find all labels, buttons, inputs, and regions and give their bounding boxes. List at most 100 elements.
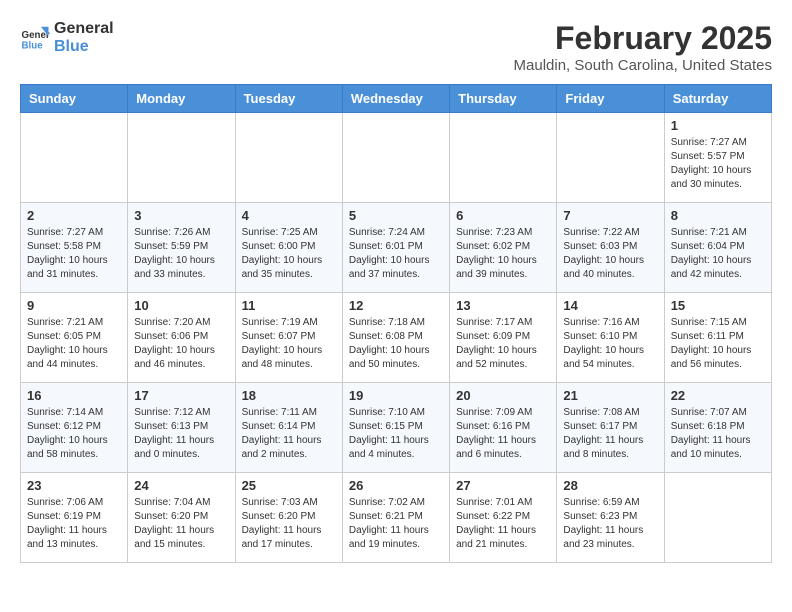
day-number: 17 — [134, 388, 228, 403]
svg-text:Blue: Blue — [22, 41, 44, 52]
day-info: Sunrise: 7:14 AM Sunset: 6:12 PM Dayligh… — [27, 406, 121, 462]
day-number: 23 — [27, 478, 121, 493]
calendar-header-row: SundayMondayTuesdayWednesdayThursdayFrid… — [21, 85, 772, 113]
day-info: Sunrise: 7:27 AM Sunset: 5:57 PM Dayligh… — [671, 136, 765, 192]
day-number: 15 — [671, 298, 765, 313]
day-info: Sunrise: 7:01 AM Sunset: 6:22 PM Dayligh… — [456, 496, 550, 552]
calendar-cell: 13 Sunrise: 7:17 AM Sunset: 6:09 PM Dayli… — [450, 293, 557, 383]
day-number: 9 — [27, 298, 121, 313]
logo-text-general: General — [54, 20, 114, 38]
day-number: 3 — [134, 208, 228, 223]
calendar-cell — [450, 113, 557, 203]
calendar-cell: 28 Sunrise: 6:59 AM Sunset: 6:23 PM Dayli… — [557, 473, 664, 563]
calendar-week-4: 16 Sunrise: 7:14 AM Sunset: 6:12 PM Dayli… — [21, 383, 772, 473]
day-number: 19 — [349, 388, 443, 403]
day-number: 2 — [27, 208, 121, 223]
calendar-cell: 27 Sunrise: 7:01 AM Sunset: 6:22 PM Dayli… — [450, 473, 557, 563]
day-number: 12 — [349, 298, 443, 313]
weekday-header-sunday: Sunday — [21, 85, 128, 113]
day-number: 27 — [456, 478, 550, 493]
day-number: 20 — [456, 388, 550, 403]
day-number: 16 — [27, 388, 121, 403]
weekday-header-tuesday: Tuesday — [235, 85, 342, 113]
day-info: Sunrise: 7:04 AM Sunset: 6:20 PM Dayligh… — [134, 496, 228, 552]
calendar-week-3: 9 Sunrise: 7:21 AM Sunset: 6:05 PM Daylig… — [21, 293, 772, 383]
calendar-cell: 20 Sunrise: 7:09 AM Sunset: 6:16 PM Dayli… — [450, 383, 557, 473]
location-text: Mauldin, South Carolina, United States — [514, 57, 772, 74]
day-info: Sunrise: 7:02 AM Sunset: 6:21 PM Dayligh… — [349, 496, 443, 552]
page-header: General Blue General Blue February 2025 … — [20, 20, 772, 74]
day-number: 18 — [242, 388, 336, 403]
calendar-cell: 1 Sunrise: 7:27 AM Sunset: 5:57 PM Daylig… — [664, 113, 771, 203]
day-info: Sunrise: 7:06 AM Sunset: 6:19 PM Dayligh… — [27, 496, 121, 552]
calendar-cell: 24 Sunrise: 7:04 AM Sunset: 6:20 PM Dayli… — [128, 473, 235, 563]
title-block: February 2025 Mauldin, South Carolina, U… — [514, 20, 772, 74]
calendar-cell — [664, 473, 771, 563]
day-number: 21 — [563, 388, 657, 403]
day-info: Sunrise: 7:24 AM Sunset: 6:01 PM Dayligh… — [349, 226, 443, 282]
weekday-header-wednesday: Wednesday — [342, 85, 449, 113]
calendar-cell: 5Sunrise: 7:24 AM Sunset: 6:01 PM Daylig… — [342, 203, 449, 293]
calendar-cell: 15 Sunrise: 7:15 AM Sunset: 6:11 PM Dayli… — [664, 293, 771, 383]
day-number: 25 — [242, 478, 336, 493]
day-number: 24 — [134, 478, 228, 493]
calendar-cell: 22Sunrise: 7:07 AM Sunset: 6:18 PM Dayli… — [664, 383, 771, 473]
day-info: Sunrise: 7:27 AM Sunset: 5:58 PM Dayligh… — [27, 226, 121, 282]
day-number: 10 — [134, 298, 228, 313]
calendar-week-2: 2 Sunrise: 7:27 AM Sunset: 5:58 PM Daylig… — [21, 203, 772, 293]
day-number: 26 — [349, 478, 443, 493]
logo-icon: General Blue — [20, 23, 50, 53]
calendar-cell — [21, 113, 128, 203]
calendar-week-1: 1 Sunrise: 7:27 AM Sunset: 5:57 PM Daylig… — [21, 113, 772, 203]
weekday-header-monday: Monday — [128, 85, 235, 113]
day-info: Sunrise: 7:16 AM Sunset: 6:10 PM Dayligh… — [563, 316, 657, 372]
calendar-cell: 12Sunrise: 7:18 AM Sunset: 6:08 PM Dayli… — [342, 293, 449, 383]
day-number: 6 — [456, 208, 550, 223]
day-info: Sunrise: 7:11 AM Sunset: 6:14 PM Dayligh… — [242, 406, 336, 462]
day-info: Sunrise: 7:23 AM Sunset: 6:02 PM Dayligh… — [456, 226, 550, 282]
day-number: 11 — [242, 298, 336, 313]
calendar-week-5: 23 Sunrise: 7:06 AM Sunset: 6:19 PM Dayli… — [21, 473, 772, 563]
calendar-cell — [342, 113, 449, 203]
calendar-cell — [235, 113, 342, 203]
calendar-cell: 3Sunrise: 7:26 AM Sunset: 5:59 PM Daylig… — [128, 203, 235, 293]
calendar-cell: 16 Sunrise: 7:14 AM Sunset: 6:12 PM Dayli… — [21, 383, 128, 473]
day-info: Sunrise: 7:22 AM Sunset: 6:03 PM Dayligh… — [563, 226, 657, 282]
calendar-cell: 26 Sunrise: 7:02 AM Sunset: 6:21 PM Dayli… — [342, 473, 449, 563]
day-info: Sunrise: 7:03 AM Sunset: 6:20 PM Dayligh… — [242, 496, 336, 552]
day-info: Sunrise: 7:20 AM Sunset: 6:06 PM Dayligh… — [134, 316, 228, 372]
calendar-cell: 10 Sunrise: 7:20 AM Sunset: 6:06 PM Dayli… — [128, 293, 235, 383]
month-title: February 2025 — [514, 20, 772, 57]
weekday-header-saturday: Saturday — [664, 85, 771, 113]
calendar-table: SundayMondayTuesdayWednesdayThursdayFrid… — [20, 84, 772, 563]
calendar-cell: 9 Sunrise: 7:21 AM Sunset: 6:05 PM Daylig… — [21, 293, 128, 383]
day-info: Sunrise: 7:25 AM Sunset: 6:00 PM Dayligh… — [242, 226, 336, 282]
logo: General Blue General Blue — [20, 20, 114, 56]
calendar-cell: 17Sunrise: 7:12 AM Sunset: 6:13 PM Dayli… — [128, 383, 235, 473]
day-number: 7 — [563, 208, 657, 223]
calendar-cell: 18 Sunrise: 7:11 AM Sunset: 6:14 PM Dayli… — [235, 383, 342, 473]
day-number: 13 — [456, 298, 550, 313]
weekday-header-thursday: Thursday — [450, 85, 557, 113]
weekday-header-friday: Friday — [557, 85, 664, 113]
day-info: Sunrise: 7:10 AM Sunset: 6:15 PM Dayligh… — [349, 406, 443, 462]
day-number: 14 — [563, 298, 657, 313]
day-info: Sunrise: 7:09 AM Sunset: 6:16 PM Dayligh… — [456, 406, 550, 462]
day-info: Sunrise: 7:21 AM Sunset: 6:05 PM Dayligh… — [27, 316, 121, 372]
logo-text-blue: Blue — [54, 38, 114, 56]
day-number: 1 — [671, 118, 765, 133]
day-info: Sunrise: 7:17 AM Sunset: 6:09 PM Dayligh… — [456, 316, 550, 372]
calendar-cell: 19 Sunrise: 7:10 AM Sunset: 6:15 PM Dayli… — [342, 383, 449, 473]
day-number: 28 — [563, 478, 657, 493]
day-number: 8 — [671, 208, 765, 223]
calendar-cell: 25 Sunrise: 7:03 AM Sunset: 6:20 PM Dayli… — [235, 473, 342, 563]
calendar-cell: 4Sunrise: 7:25 AM Sunset: 6:00 PM Daylig… — [235, 203, 342, 293]
calendar-cell: 8Sunrise: 7:21 AM Sunset: 6:04 PM Daylig… — [664, 203, 771, 293]
calendar-cell — [128, 113, 235, 203]
calendar-cell: 14 Sunrise: 7:16 AM Sunset: 6:10 PM Dayli… — [557, 293, 664, 383]
day-info: Sunrise: 7:08 AM Sunset: 6:17 PM Dayligh… — [563, 406, 657, 462]
day-number: 22 — [671, 388, 765, 403]
day-info: Sunrise: 6:59 AM Sunset: 6:23 PM Dayligh… — [563, 496, 657, 552]
calendar-cell: 21 Sunrise: 7:08 AM Sunset: 6:17 PM Dayli… — [557, 383, 664, 473]
day-info: Sunrise: 7:15 AM Sunset: 6:11 PM Dayligh… — [671, 316, 765, 372]
